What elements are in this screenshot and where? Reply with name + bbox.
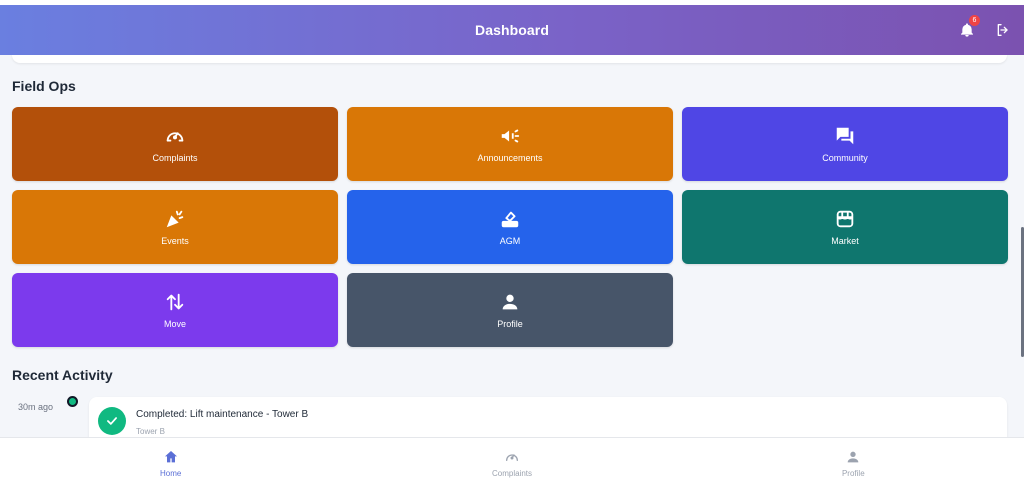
tile-move[interactable]: Move [12, 273, 338, 347]
page-title: Dashboard [474, 22, 550, 38]
nav-complaints[interactable]: Complaints [341, 438, 682, 489]
summary-card [12, 55, 1007, 63]
store-icon [836, 210, 854, 228]
bottom-navigation: Home Complaints Profile [0, 437, 1024, 489]
tile-complaints[interactable]: Complaints [12, 107, 338, 181]
chat-icon [836, 127, 854, 145]
tile-community[interactable]: Community [682, 107, 1008, 181]
tile-label: Announcements [477, 153, 543, 163]
logout-button[interactable] [992, 19, 1014, 41]
nav-label: Complaints [491, 469, 532, 478]
gauge-icon [166, 132, 184, 142]
tile-announcements[interactable]: Announcements [347, 107, 673, 181]
megaphone-icon [501, 129, 520, 143]
check-icon [107, 417, 117, 425]
tile-market[interactable]: Market [682, 190, 1008, 264]
gauge-icon [505, 454, 518, 461]
main-content[interactable]: Field Ops Complaints Announcements Commu… [0, 55, 1024, 437]
nav-label: Home [159, 469, 182, 478]
activity-time: 30m ago [18, 402, 54, 412]
activity-timeline: 30m ago Completed: Lift maintenance - To… [0, 388, 1024, 437]
tile-events[interactable]: Events [12, 190, 338, 264]
app-header: Dashboard 6 [0, 5, 1024, 55]
activity-item[interactable]: Completed: Lift maintenance - Tower B To… [89, 397, 1007, 437]
ballot-icon [501, 211, 519, 228]
person-icon [847, 451, 859, 463]
nav-label: Profile [841, 469, 865, 478]
tile-label: Community [822, 153, 868, 163]
section-title-field-ops: Field Ops [12, 78, 76, 94]
timeline-dot [67, 396, 78, 407]
activity-subtitle: Tower B [136, 427, 165, 436]
activity-title: Completed: Lift maintenance - Tower B [136, 409, 309, 420]
tile-label: AGM [499, 236, 521, 246]
tile-label: Market [831, 236, 859, 246]
tile-agm[interactable]: AGM [347, 190, 673, 264]
tile-label: Profile [497, 319, 523, 329]
notifications-button[interactable]: 6 [956, 15, 980, 41]
header-actions: 6 [956, 5, 1014, 55]
nav-profile[interactable]: Profile [683, 438, 1024, 489]
tile-profile[interactable]: Profile [347, 273, 673, 347]
swap-vertical-icon [166, 293, 184, 311]
tile-label: Complaints [152, 153, 198, 163]
logout-icon [997, 24, 1008, 36]
tile-label: Move [163, 319, 186, 329]
home-icon [164, 451, 177, 463]
status-check [98, 407, 126, 435]
notification-badge: 6 [969, 15, 980, 26]
tile-label: Events [161, 236, 189, 246]
nav-home[interactable]: Home [0, 438, 341, 489]
person-icon [502, 294, 518, 310]
party-icon [166, 210, 184, 228]
section-title-recent-activity: Recent Activity [12, 367, 113, 383]
